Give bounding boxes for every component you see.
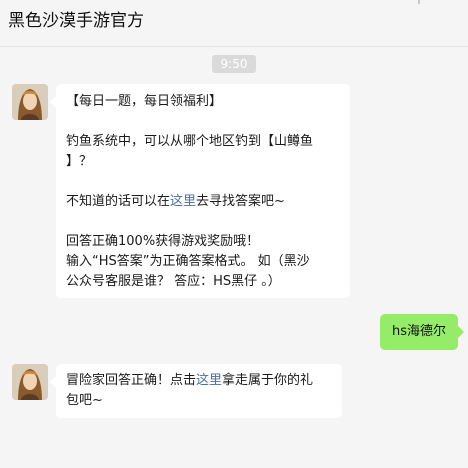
answer-instruction-line: 回答正确100%获得游戏奖励哦！ <box>66 234 260 249</box>
reply-prefix: 冒险家回答正确！点击 <box>66 373 197 388</box>
reply-text: 冒险家回答正确！点击这里拿走属于你的礼 <box>66 371 333 391</box>
answer-instruction-line: 输入“HS答案”为正确答案格式。 如（黑沙 <box>66 254 310 269</box>
character-portrait-icon <box>12 364 48 400</box>
hint-link[interactable]: 这里 <box>170 194 196 209</box>
message-timestamp: 9:50 <box>211 55 257 73</box>
question-text-line: 】？ <box>66 154 93 169</box>
chat-title: 黑色沙漠手游官方 <box>8 11 144 31</box>
reply-suffix: 拿走属于你的礼 <box>222 373 314 388</box>
chat-header: 黑色沙漠手游官方 <box>0 0 468 47</box>
bot-reply-bubble: 冒险家回答正确！点击这里拿走属于你的礼 包吧~ <box>50 364 342 418</box>
reply-text-line: 包吧~ <box>66 393 103 408</box>
bot-avatar[interactable] <box>12 364 48 400</box>
gift-link[interactable]: 这里 <box>196 373 222 388</box>
message-heading: 【每日一题，每日领福利】 <box>66 94 223 109</box>
timestamp-row: 9:50 <box>0 53 468 73</box>
hint-prefix: 不知道的话可以在 <box>66 194 171 209</box>
question-text-line: 钓鱼系统中，可以从哪个地区钓到【山鳟鱼 <box>66 134 314 149</box>
bot-message-bubble: 【每日一题，每日领福利】 钓鱼系统中，可以从哪个地区钓到【山鳟鱼 】？ 不知道的… <box>50 84 350 298</box>
more-options-icon[interactable] <box>418 0 420 4</box>
bot-avatar[interactable] <box>12 84 48 120</box>
answer-instruction-line: 公众号客服是谁？ 答应：HS黑仔 。） <box>66 274 281 289</box>
character-portrait-icon <box>12 84 48 120</box>
user-message-bubble: hs海德尔 <box>380 314 464 350</box>
hint-text: 不知道的话可以在这里去寻找答案吧~ <box>66 192 341 212</box>
hint-suffix: 去寻找答案吧~ <box>196 194 285 209</box>
